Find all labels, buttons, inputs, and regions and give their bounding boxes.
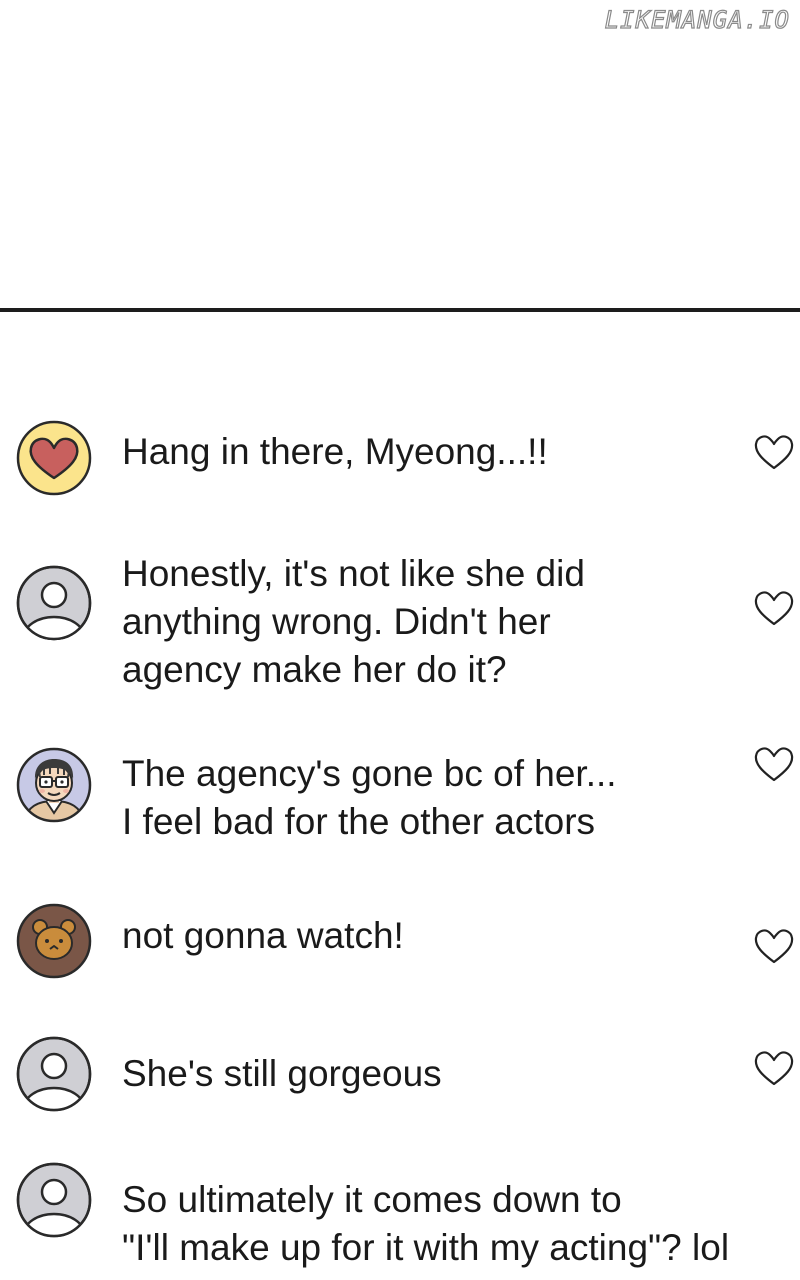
default-user-avatar-icon <box>16 565 92 641</box>
comment-line: So ultimately it comes down to <box>122 1179 622 1220</box>
like-heart-icon[interactable] <box>752 588 796 628</box>
default-user-avatar-icon <box>16 1036 92 1112</box>
comment-text: So ultimately it comes down to "I'll mak… <box>122 1176 742 1272</box>
bear-avatar-icon <box>16 903 92 979</box>
like-heart-icon[interactable] <box>752 744 796 784</box>
comment-text: Honestly, it's not like she did anything… <box>122 550 742 694</box>
comment-text: Hang in there, Myeong...!! <box>122 428 742 476</box>
comment-text: not gonna watch! <box>122 912 742 960</box>
default-user-avatar-icon <box>16 1162 92 1238</box>
glasses-man-avatar-icon <box>16 747 92 823</box>
comment-line: She's still gorgeous <box>122 1053 442 1094</box>
comment-line: I feel bad for the other actors <box>122 801 596 842</box>
comment-line: not gonna watch! <box>122 915 404 956</box>
like-heart-icon[interactable] <box>752 1048 796 1088</box>
comment-line: "I'll make up for it with my acting"? lo… <box>122 1227 730 1268</box>
comment-text: She's still gorgeous <box>122 1050 742 1098</box>
like-heart-icon[interactable] <box>752 432 796 472</box>
comment-line: Hang in there, Myeong...!! <box>122 431 548 472</box>
comment-line: Honestly, it's not like she did <box>122 553 585 594</box>
heart-avatar-icon <box>16 420 92 496</box>
comment-line: anything wrong. Didn't her <box>122 601 551 642</box>
comment-line: agency make her do it? <box>122 649 507 690</box>
comment-line: The agency's gone bc of her... <box>122 753 617 794</box>
divider <box>0 308 800 312</box>
like-heart-icon[interactable] <box>752 926 796 966</box>
comment-text: The agency's gone bc of her... I feel ba… <box>122 750 742 846</box>
watermark: LIKEMANGA.IO <box>604 5 790 34</box>
